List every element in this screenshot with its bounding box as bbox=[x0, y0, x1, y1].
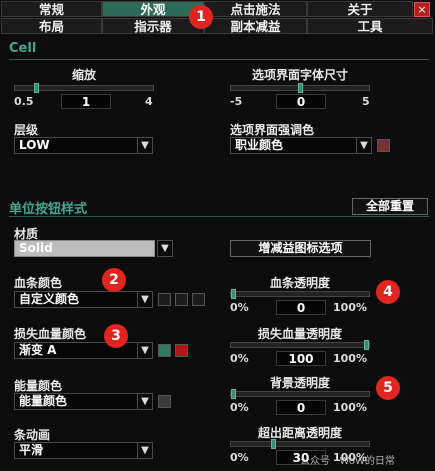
health-alpha-min: 0% bbox=[230, 301, 249, 314]
annotation-badge-4: 4 bbox=[376, 280, 400, 304]
font-size-value-input[interactable]: 0 bbox=[276, 94, 326, 109]
health-color-dropdown[interactable]: 自定义颜色 bbox=[14, 291, 138, 308]
chevron-down-icon: ▼ bbox=[141, 294, 149, 305]
annotation-badge-2: 2 bbox=[102, 268, 126, 292]
scale-slider-thumb[interactable] bbox=[34, 83, 39, 93]
accent-dropdown[interactable]: 职业颜色 bbox=[230, 137, 357, 154]
font-size-slider[interactable] bbox=[230, 83, 370, 93]
health-alpha-value-input[interactable]: 0 bbox=[276, 300, 326, 315]
tab-raid-debuffs[interactable]: 副本减益 bbox=[204, 18, 307, 34]
strata-label: 层级 bbox=[14, 123, 39, 137]
aura-icon-options-button[interactable]: 增减益图标选项 bbox=[230, 240, 371, 257]
tab-tools[interactable]: 工具 bbox=[307, 18, 433, 34]
scale-value-input[interactable]: 1 bbox=[61, 94, 111, 109]
loss-color-label: 损失血量颜色 bbox=[14, 327, 87, 341]
oor-alpha-slider-thumb[interactable] bbox=[271, 439, 276, 449]
watermark-text: 公众号 · WoW的日常 bbox=[300, 456, 395, 467]
section-title-cell: Cell bbox=[9, 41, 37, 56]
health-color-swatch-2[interactable] bbox=[175, 293, 188, 306]
loss-color-swatch-1[interactable] bbox=[158, 344, 171, 357]
health-color-label: 血条颜色 bbox=[14, 276, 63, 290]
font-size-max: 5 bbox=[362, 95, 370, 108]
close-button[interactable]: × bbox=[414, 2, 430, 17]
section-title-unit-button: 单位按钮样式 bbox=[9, 202, 88, 217]
oor-alpha-label: 超出距离透明度 bbox=[257, 426, 342, 440]
accent-label: 选项界面强调色 bbox=[230, 123, 315, 137]
tab-about[interactable]: 关于 bbox=[307, 1, 413, 17]
health-alpha-max: 100% bbox=[333, 301, 367, 314]
bg-alpha-slider-thumb[interactable] bbox=[231, 389, 236, 399]
tab-click-casting[interactable]: 点击施法 bbox=[204, 1, 307, 17]
reset-all-button[interactable]: 全部重置 bbox=[352, 198, 428, 215]
health-color-dropdown-button[interactable]: ▼ bbox=[137, 291, 153, 308]
accent-dropdown-button[interactable]: ▼ bbox=[356, 137, 372, 154]
bar-animation-dropdown-button[interactable]: ▼ bbox=[137, 442, 153, 459]
loss-alpha-min: 0% bbox=[230, 352, 249, 365]
section-divider bbox=[9, 216, 429, 217]
tab-layout[interactable]: 布局 bbox=[1, 18, 102, 34]
loss-alpha-slider[interactable] bbox=[230, 340, 370, 350]
bg-alpha-min: 0% bbox=[230, 401, 249, 414]
material-dropdown[interactable]: Solid bbox=[14, 240, 155, 257]
strata-dropdown[interactable]: LOW bbox=[14, 137, 138, 154]
chevron-down-icon: ▼ bbox=[161, 243, 169, 254]
health-alpha-slider[interactable] bbox=[230, 289, 370, 299]
power-color-label: 能量颜色 bbox=[14, 379, 63, 393]
bg-alpha-max: 100% bbox=[333, 401, 367, 414]
accent-color-swatch[interactable] bbox=[377, 139, 390, 152]
annotation-badge-5: 5 bbox=[376, 376, 400, 400]
oor-alpha-min: 0% bbox=[230, 451, 249, 464]
bar-animation-label: 条动画 bbox=[14, 428, 51, 442]
health-alpha-label: 血条透明度 bbox=[269, 276, 330, 290]
strata-dropdown-button[interactable]: ▼ bbox=[137, 137, 153, 154]
font-size-label: 选项界面字体尺寸 bbox=[251, 68, 348, 82]
material-dropdown-button[interactable]: ▼ bbox=[157, 240, 173, 257]
close-icon: × bbox=[417, 3, 427, 16]
loss-alpha-max: 100% bbox=[333, 352, 367, 365]
power-color-dropdown[interactable]: 能量颜色 bbox=[14, 393, 138, 410]
power-color-dropdown-button[interactable]: ▼ bbox=[137, 393, 153, 410]
loss-alpha-slider-thumb[interactable] bbox=[364, 340, 369, 350]
annotation-badge-1: 1 bbox=[189, 5, 213, 29]
loss-alpha-label: 损失血量透明度 bbox=[257, 327, 342, 341]
loss-color-dropdown-button[interactable]: ▼ bbox=[137, 342, 153, 359]
font-size-min: -5 bbox=[230, 95, 243, 108]
chevron-down-icon: ▼ bbox=[141, 345, 149, 356]
annotation-badge-3: 3 bbox=[104, 324, 128, 348]
chevron-down-icon: ▼ bbox=[141, 396, 149, 407]
bg-alpha-value-input[interactable]: 0 bbox=[276, 400, 326, 415]
section-divider bbox=[9, 59, 429, 60]
chevron-down-icon: ▼ bbox=[360, 140, 368, 151]
oor-alpha-slider[interactable] bbox=[230, 439, 370, 449]
font-size-slider-thumb[interactable] bbox=[298, 83, 303, 93]
bg-alpha-slider[interactable] bbox=[230, 389, 370, 399]
power-color-swatch[interactable] bbox=[158, 395, 171, 408]
chevron-down-icon: ▼ bbox=[141, 445, 149, 456]
health-color-swatch-1[interactable] bbox=[158, 293, 171, 306]
tab-general[interactable]: 常规 bbox=[1, 1, 102, 17]
health-color-swatch-3[interactable] bbox=[192, 293, 205, 306]
scale-label: 缩放 bbox=[71, 68, 96, 82]
scale-slider[interactable] bbox=[14, 83, 154, 93]
health-alpha-slider-thumb[interactable] bbox=[231, 289, 236, 299]
chevron-down-icon: ▼ bbox=[141, 140, 149, 151]
loss-color-swatch-2[interactable] bbox=[175, 344, 188, 357]
scale-max: 4 bbox=[145, 95, 153, 108]
scale-min: 0.5 bbox=[14, 95, 34, 108]
loss-alpha-value-input[interactable]: 100 bbox=[276, 351, 326, 366]
bar-animation-dropdown[interactable]: 平滑 bbox=[14, 442, 138, 459]
bg-alpha-label: 背景透明度 bbox=[269, 376, 330, 390]
